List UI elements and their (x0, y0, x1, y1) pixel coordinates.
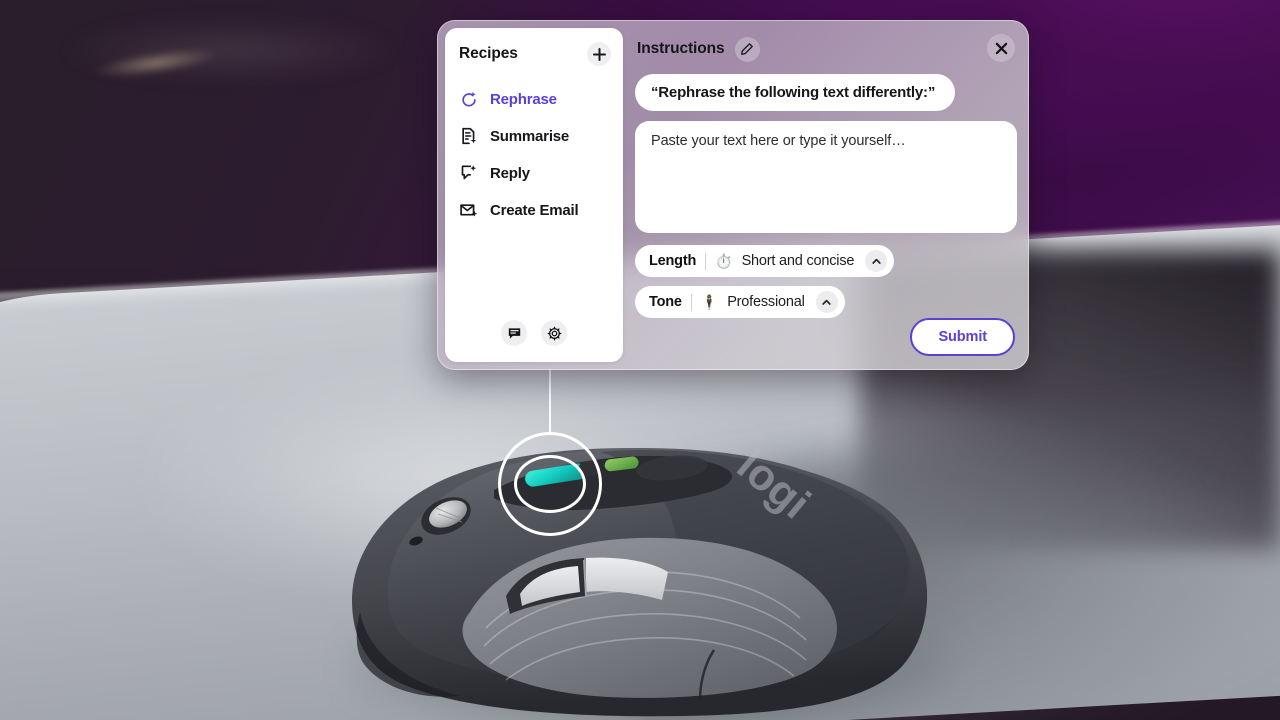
instructions-header: Instructions (635, 34, 1017, 64)
callout-leader-line (549, 368, 551, 434)
gear-icon (547, 326, 561, 340)
stopwatch-emoji: ⏱️ (715, 253, 733, 269)
length-selector[interactable]: Length ⏱️ Short and concise (635, 245, 895, 277)
plus-icon (592, 47, 606, 61)
recipes-sidebar: Recipes Rephrase Summarise Reply Create … (445, 28, 623, 362)
feedback-chat-icon (508, 327, 520, 339)
person-in-suit-emoji: 🕴️ (700, 294, 719, 310)
callout-ring-inner (514, 455, 586, 513)
length-chevron-up-icon[interactable] (865, 250, 888, 272)
feedback-button[interactable] (501, 320, 527, 346)
document-sparkle-icon (462, 127, 477, 145)
submit-button[interactable]: Submit (910, 318, 1015, 356)
instructions-title: Instructions (637, 40, 725, 57)
selector-divider (705, 252, 707, 270)
tone-selector-value: Professional (727, 294, 805, 310)
recipe-item-create-email[interactable]: Create Email (445, 193, 623, 227)
length-selector-label: Length (649, 253, 697, 269)
chevron-up-icon (872, 258, 881, 264)
recipe-item-rephrase[interactable]: Rephrase (445, 82, 623, 116)
close-panel-button[interactable] (987, 34, 1015, 62)
edit-instructions-button[interactable] (734, 36, 760, 62)
chevron-up-icon (822, 299, 831, 305)
selector-divider (690, 293, 692, 311)
recipe-label: Reply (490, 164, 530, 182)
recipe-item-reply[interactable]: Reply (445, 156, 623, 190)
tone-selector[interactable]: Tone 🕴️ Professional (635, 286, 845, 318)
recipe-label: Summarise (490, 127, 570, 145)
recipe-item-summarise[interactable]: Summarise (445, 119, 623, 153)
rephrase-refresh-sparkle-icon (462, 91, 476, 107)
add-recipe-button[interactable] (587, 42, 611, 66)
recipes-footer (445, 320, 623, 350)
user-text-placeholder: Paste your text here or type it yourself… (651, 133, 906, 149)
recipe-list: Rephrase Summarise Reply Create Email (445, 82, 623, 227)
tone-selector-label: Tone (649, 294, 682, 310)
screenshot-root: logi Recipes Rephrase Summarise Reply Cr… (0, 0, 1280, 720)
submit-row: Submit (910, 318, 1015, 356)
envelope-sparkle-icon (460, 204, 478, 217)
ai-prompt-builder-panel: Recipes Rephrase Summarise Reply Create … (437, 20, 1029, 370)
recipes-header: Recipes (445, 42, 623, 66)
prompt-text-pill[interactable]: “Rephrase the following text differently… (635, 74, 955, 111)
user-text-input[interactable]: Paste your text here or type it yourself… (635, 121, 1017, 233)
instructions-pane: Instructions “Rephrase the following tex… (631, 28, 1021, 362)
recipe-label: Rephrase (490, 90, 557, 108)
pencil-icon (741, 43, 753, 55)
settings-button[interactable] (541, 320, 567, 346)
length-selector-value: Short and concise (741, 253, 855, 269)
tone-chevron-up-icon[interactable] (815, 291, 838, 313)
option-selectors: Length ⏱️ Short and concise Tone 🕴️ Prof… (635, 245, 1017, 318)
recipe-label: Create Email (490, 201, 579, 219)
speech-bubble-sparkle-icon (461, 165, 477, 180)
recipes-title: Recipes (459, 45, 518, 62)
close-x-icon (995, 42, 1007, 54)
